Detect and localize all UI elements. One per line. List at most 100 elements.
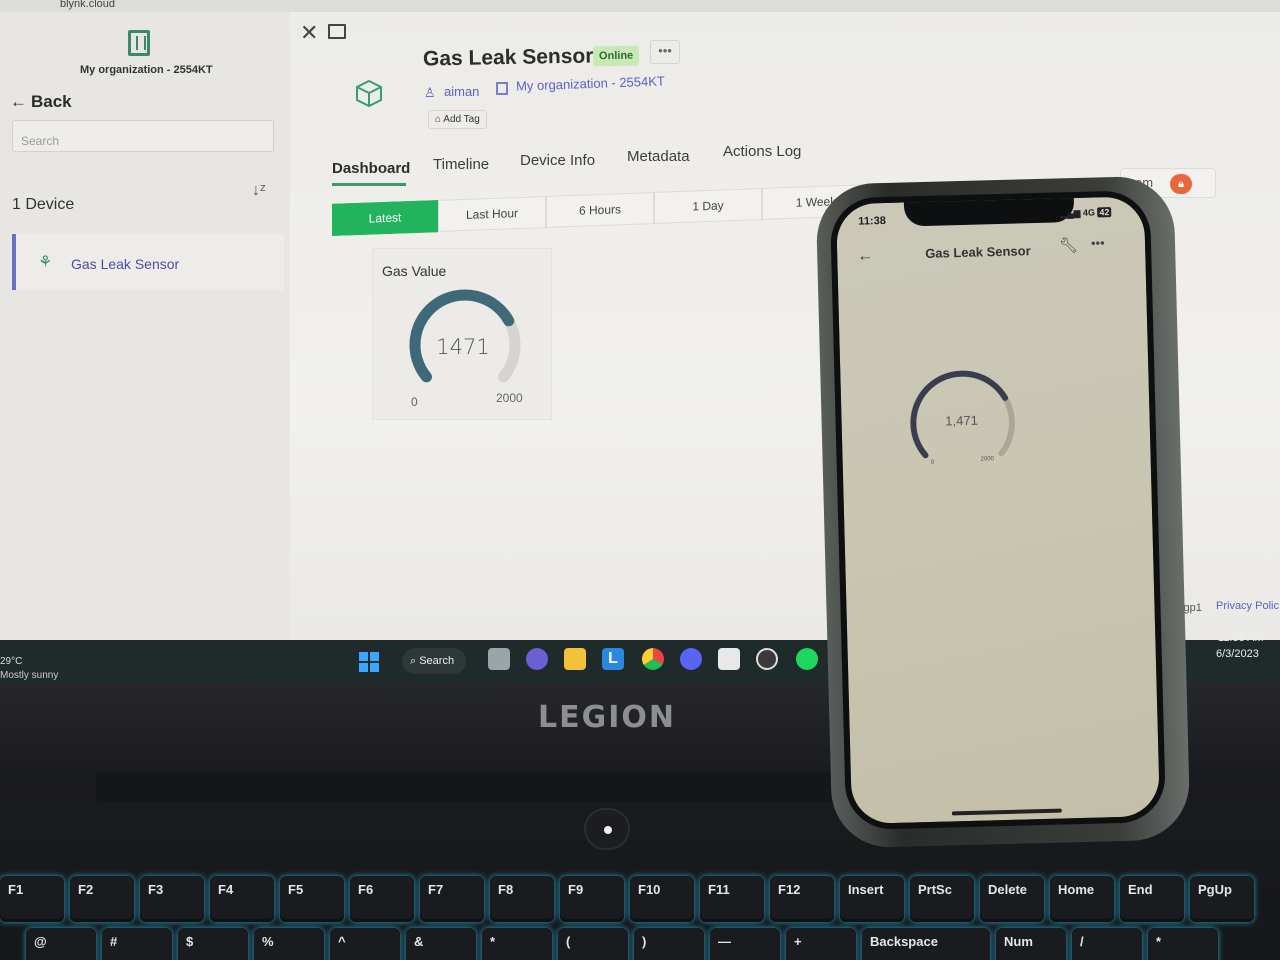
file-explorer-icon[interactable] [564, 648, 586, 670]
status-badge: Online [592, 45, 640, 67]
phone-gauge-value: 1,471 [945, 412, 979, 429]
back-button[interactable]: ← Back [10, 92, 72, 112]
signal-icon: ▂▄▆ [1060, 207, 1084, 219]
network-label: 4G [1082, 207, 1096, 218]
tab-dashboard[interactable]: Dashboard [332, 160, 410, 177]
phone-screen: 11:38 ▂▄▆ 4G 42 ← Gas Leak Sensor 🔧︎ •••… [829, 190, 1167, 831]
photo-scene: blynk.cloud My organization - 2554KT ← Ba… [0, 0, 1280, 960]
close-icon[interactable]: ✕ [300, 20, 318, 46]
key-f12[interactable]: F12 [770, 876, 834, 922]
range-last-hour[interactable]: Last Hour [438, 196, 546, 232]
home-indicator[interactable] [951, 808, 1062, 816]
expand-icon[interactable] [328, 24, 346, 39]
power-indicator-icon [604, 826, 612, 834]
key-symbol[interactable]: $ [178, 928, 248, 960]
windows-start-icon[interactable] [359, 652, 379, 672]
more-options-button[interactable]: ••• [650, 40, 680, 64]
key-f3[interactable]: F3 [140, 876, 204, 922]
sort-icon[interactable]: ↓ᶻ [252, 182, 266, 200]
phone-more-icon[interactable]: ••• [1091, 235, 1105, 250]
arrow-left-icon: ← [10, 92, 27, 111]
browser-url-bar[interactable]: blynk.cloud [0, 0, 1280, 12]
key-symbol[interactable]: # [102, 928, 172, 960]
phone-notch [903, 192, 1075, 227]
org-name: My organization - 2554KT [80, 64, 213, 76]
key-f6[interactable]: F6 [350, 876, 414, 922]
key-symbol[interactable]: % [254, 928, 324, 960]
key-insert[interactable]: Insert [840, 876, 904, 922]
legion-vantage-icon[interactable] [756, 648, 778, 670]
key-f5[interactable]: F5 [280, 876, 344, 922]
add-tag-label: Add Tag [443, 114, 480, 125]
wrench-icon[interactable]: 🔧︎ [1059, 236, 1078, 254]
key-home[interactable]: Home [1050, 876, 1114, 922]
device-icon: ⚘ [38, 254, 53, 271]
task-view-icon[interactable] [488, 648, 510, 670]
range-6-hours[interactable]: 6 Hours [546, 192, 654, 228]
weather-temperature[interactable]: 29°C [0, 656, 22, 667]
key-symbol[interactable]: * [1148, 928, 1218, 960]
key-end[interactable]: End [1120, 876, 1184, 922]
key-symbol[interactable]: ^ [330, 928, 400, 960]
tab-metadata[interactable]: Metadata [627, 148, 690, 165]
taskbar-search-label: Search [419, 655, 455, 667]
teams-chat-icon[interactable] [526, 648, 548, 670]
key-f7[interactable]: F7 [420, 876, 484, 922]
taskbar-clock-time[interactable]: 11:38 AM [1218, 632, 1264, 644]
active-tab-indicator [332, 183, 406, 186]
key-f2[interactable]: F2 [70, 876, 134, 922]
smartphone: 11:38 ▂▄▆ 4G 42 ← Gas Leak Sensor 🔧︎ •••… [815, 175, 1191, 849]
chrome-icon[interactable] [642, 648, 664, 670]
spotify-icon[interactable] [796, 648, 818, 670]
range-1-day[interactable]: 1 Day [654, 188, 762, 224]
key-f9[interactable]: F9 [560, 876, 624, 922]
key-pgup[interactable]: PgUp [1190, 876, 1254, 922]
microsoft-store-icon[interactable] [718, 648, 740, 670]
phone-gauge-min-label: 0 [930, 459, 935, 466]
key-f11[interactable]: F11 [700, 876, 764, 922]
laptop-brand-logo: LEGION [538, 700, 677, 735]
key-symbol[interactable]: * [482, 928, 552, 960]
key-symbol[interactable]: / [1072, 928, 1142, 960]
search-input[interactable]: Search [12, 120, 274, 152]
range-latest[interactable]: Latest [332, 200, 438, 236]
key-f10[interactable]: F10 [630, 876, 694, 922]
l-app-icon[interactable]: L [602, 648, 624, 670]
organization-link[interactable]: My organization - 2554KT [516, 73, 665, 93]
device-title: Gas Leak Sensor [422, 44, 594, 71]
add-tag-button[interactable]: ⌂ Add Tag [428, 110, 487, 129]
owner-link[interactable]: aiman [424, 84, 479, 99]
sidebar-item-label: Gas Leak Sensor [71, 256, 180, 272]
widget-title: Gas Value [382, 263, 447, 279]
key-prtsc[interactable]: PrtSc [910, 876, 974, 922]
phone-back-arrow-icon[interactable]: ← [857, 247, 873, 265]
back-label: Back [31, 92, 72, 111]
sidebar: My organization - 2554KT ← Back Search 1 … [0, 12, 290, 652]
discord-icon[interactable] [680, 648, 702, 670]
key-f8[interactable]: F8 [490, 876, 554, 922]
taskbar-search-button[interactable]: ⌕ Search [402, 648, 466, 674]
key-delete[interactable]: Delete [980, 876, 1044, 922]
key-symbol[interactable]: ( [558, 928, 628, 960]
phone-device-title: Gas Leak Sensor [925, 243, 1031, 261]
tab-actions-log[interactable]: Actions Log [723, 143, 801, 160]
key-f4[interactable]: F4 [210, 876, 274, 922]
key-backspace[interactable]: Backspace [862, 928, 990, 960]
phone-status-icons: ▂▄▆ 4G 42 [1060, 207, 1112, 219]
gauge-min-label: 0 [411, 395, 418, 409]
key-symbol[interactable]: + [786, 928, 856, 960]
organization-icon [496, 82, 508, 95]
organization-icon [128, 30, 150, 56]
key-symbol[interactable]: — [710, 928, 780, 960]
key-symbol[interactable]: @ [26, 928, 96, 960]
cube-icon [356, 79, 382, 108]
key-num[interactable]: Num [996, 928, 1066, 960]
url-text: blynk.cloud [60, 0, 116, 10]
key-symbol[interactable]: ) [634, 928, 704, 960]
key-symbol[interactable]: & [406, 928, 476, 960]
sidebar-item-gas-leak-sensor[interactable]: ⚘ Gas Leak Sensor [12, 234, 284, 290]
tab-device-info[interactable]: Device Info [520, 152, 595, 169]
key-f1[interactable]: F1 [0, 876, 64, 922]
tab-timeline[interactable]: Timeline [433, 156, 489, 173]
privacy-policy-link[interactable]: Privacy Polic [1216, 600, 1279, 612]
